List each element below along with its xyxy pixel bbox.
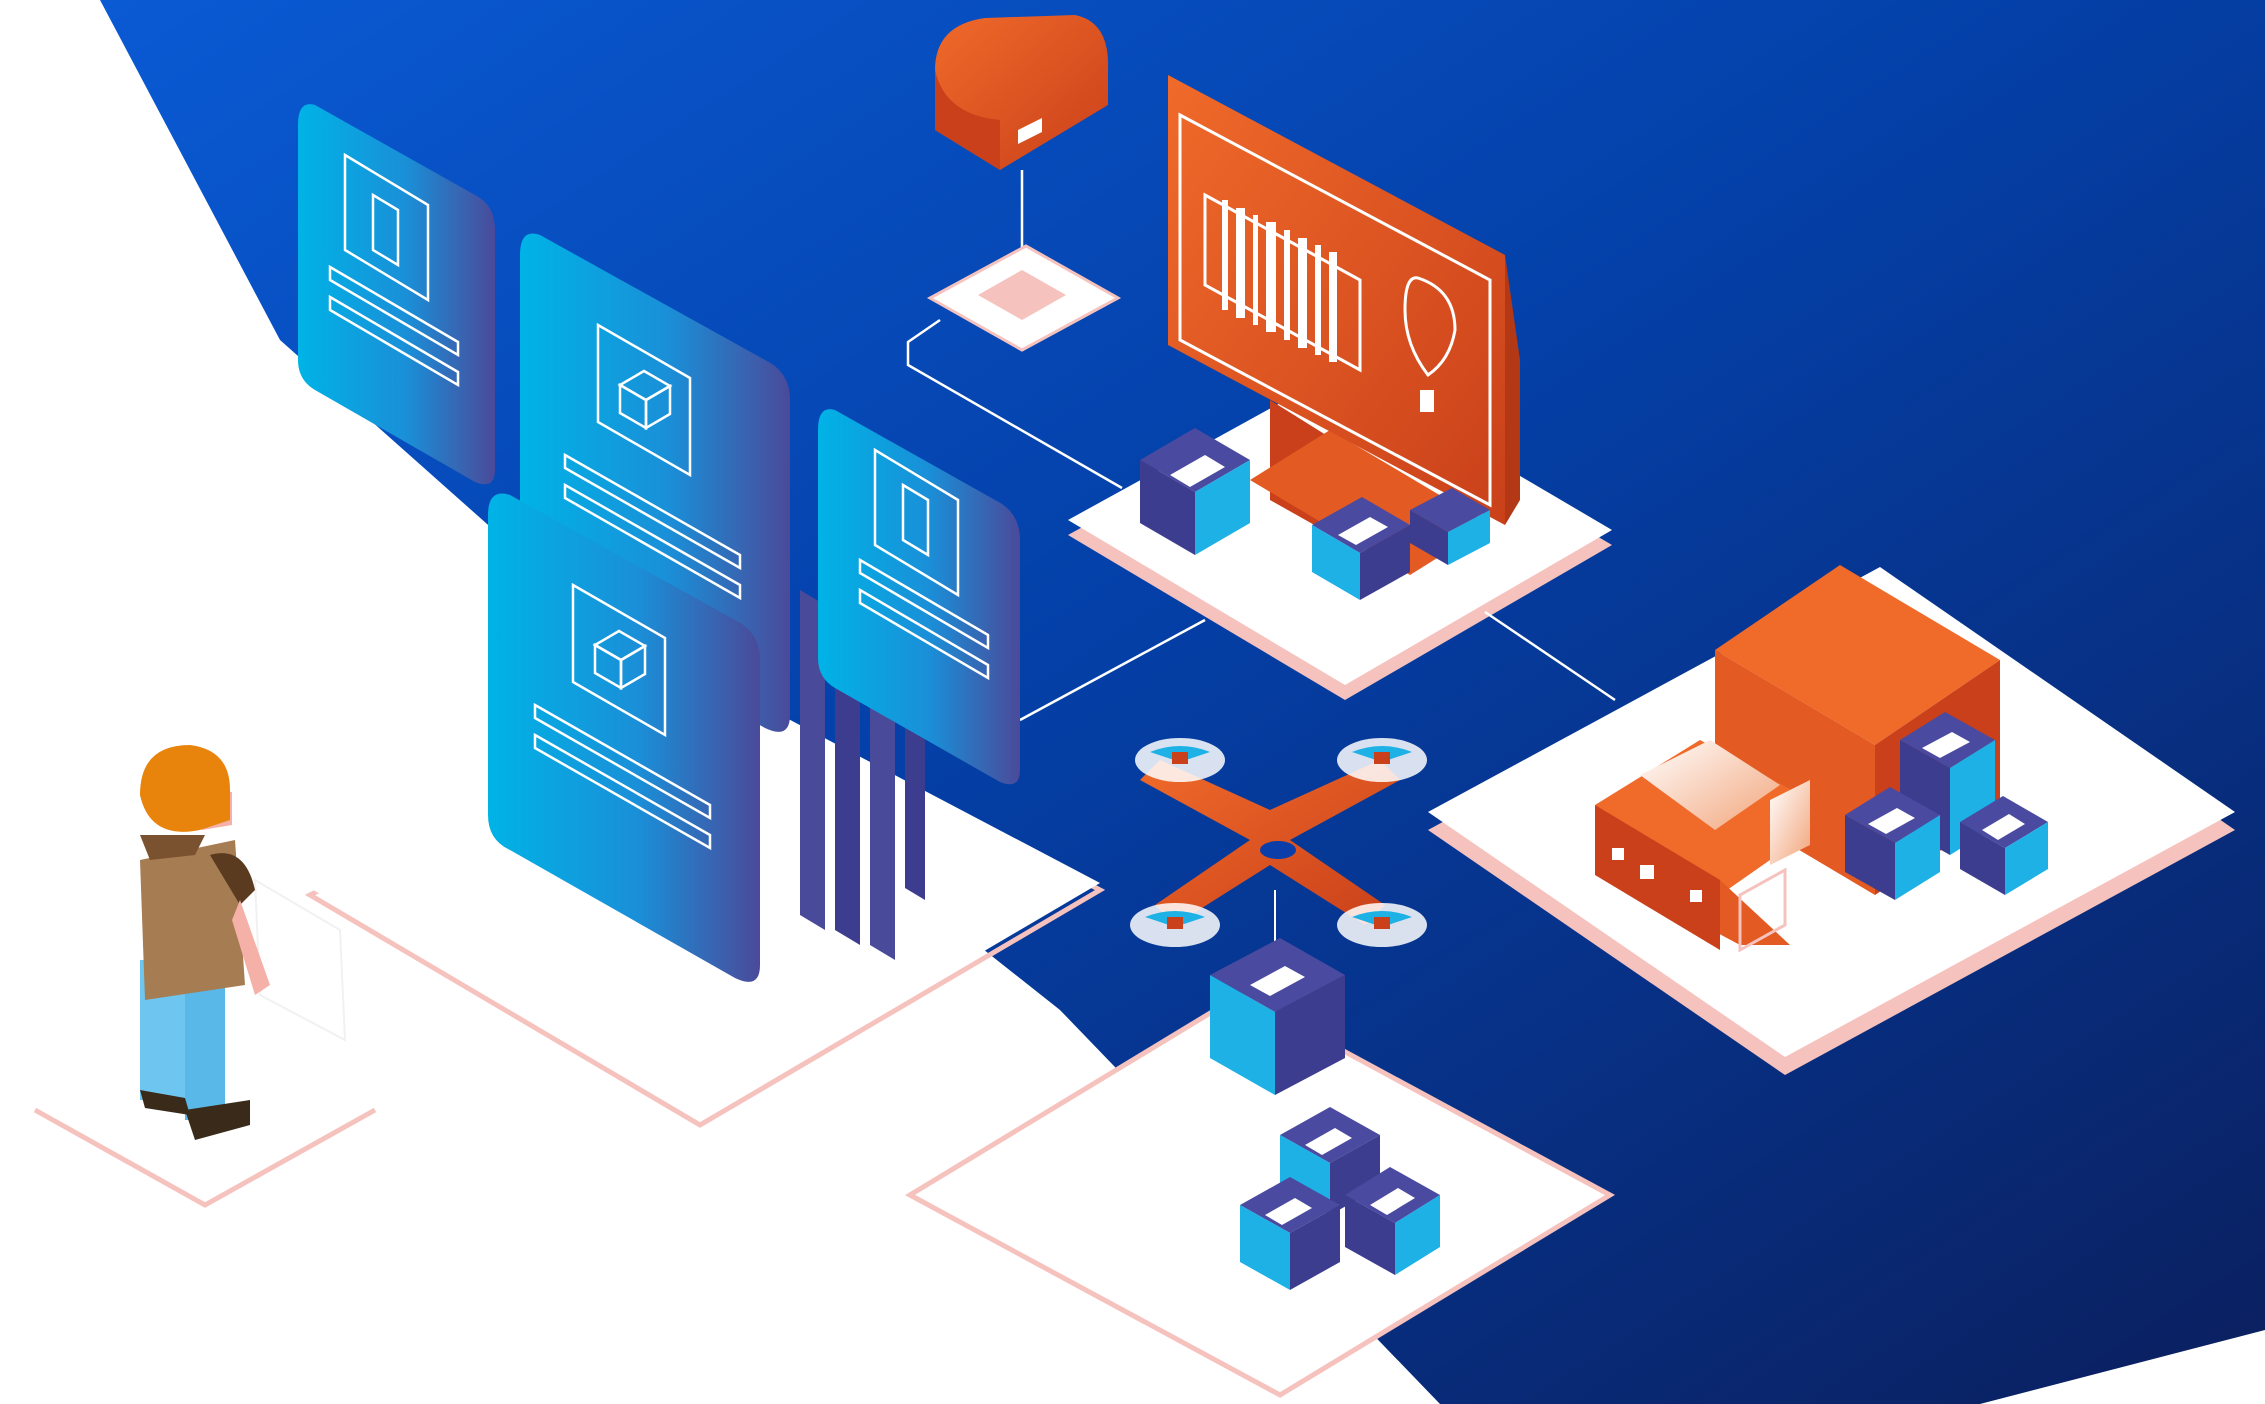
- logistics-illustration: [33, 0, 2265, 1404]
- person-icon: [140, 745, 347, 1140]
